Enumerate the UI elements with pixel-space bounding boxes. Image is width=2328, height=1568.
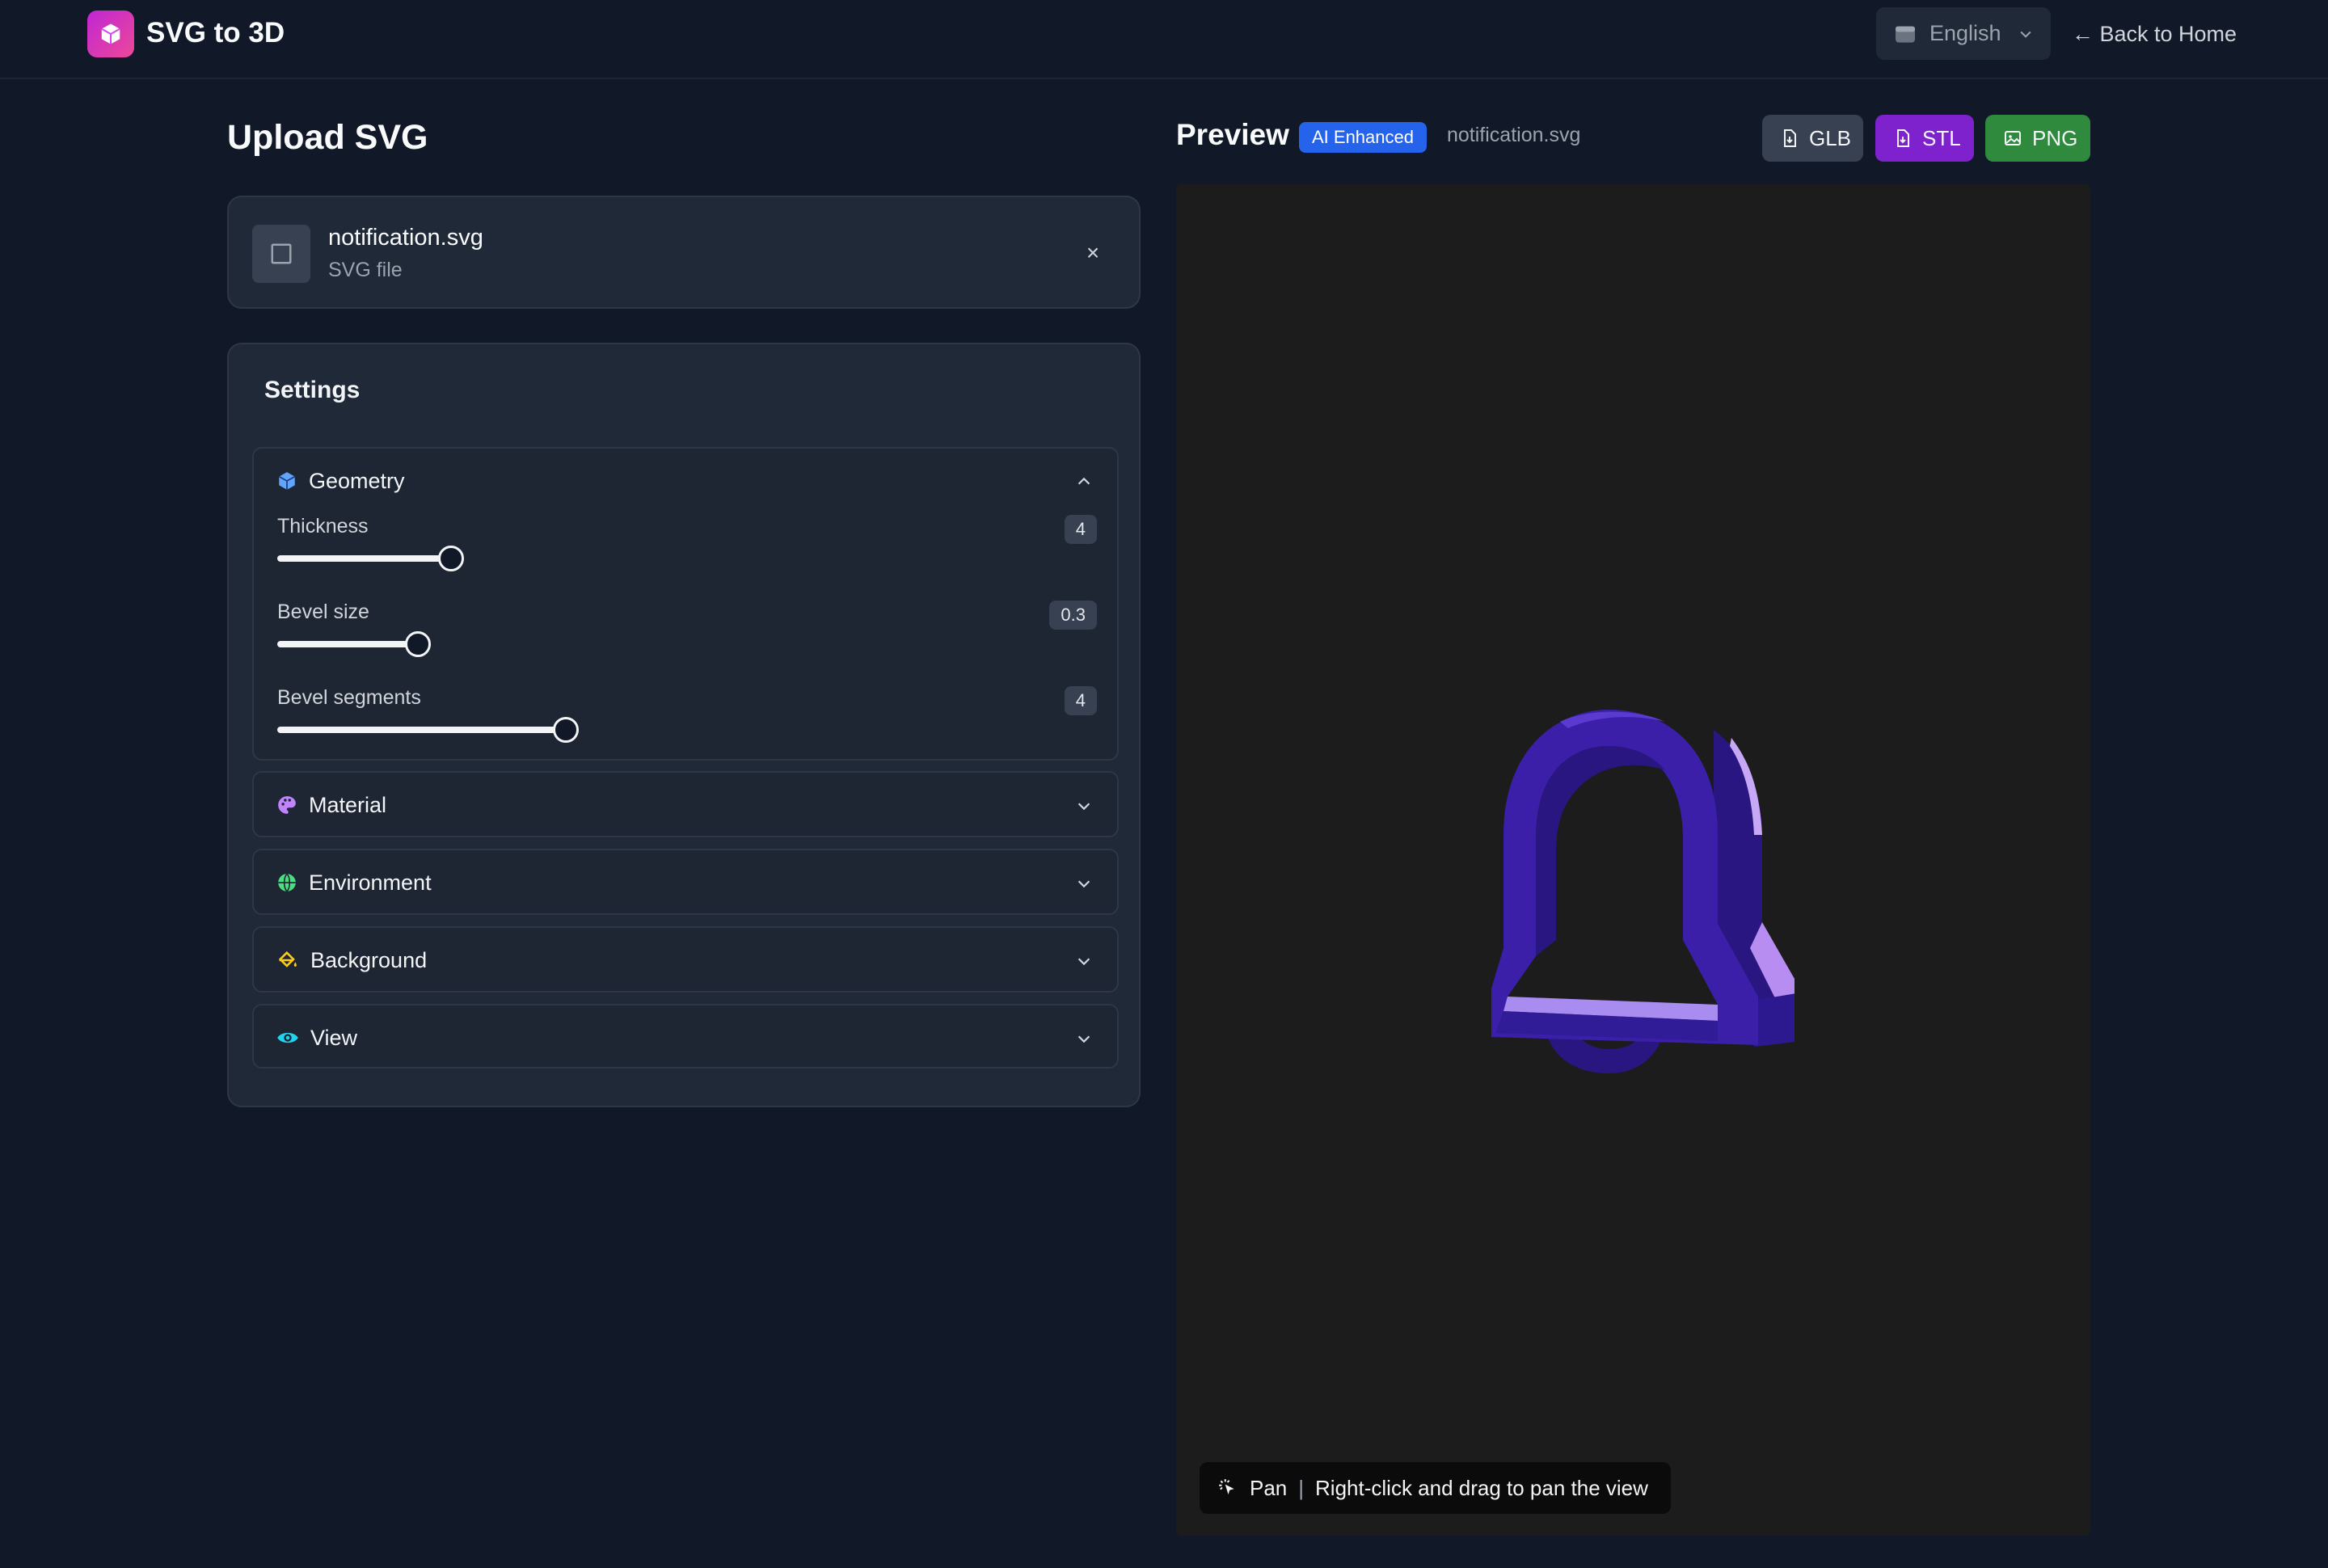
preview-file-name: notification.svg: [1447, 124, 1581, 146]
material-section[interactable]: Material: [252, 771, 1119, 837]
chevron-down-icon: [1078, 803, 1090, 811]
view-label: View: [310, 1025, 358, 1050]
file-name: notification.svg: [328, 225, 483, 251]
export-glb-label: GLB: [1809, 125, 1852, 150]
slider-track[interactable]: [277, 727, 564, 733]
chevron-up-icon: [1078, 477, 1090, 485]
hint-mode: Pan: [1250, 1475, 1288, 1500]
chevron-down-icon: [1078, 880, 1090, 888]
app-logo[interactable]: [87, 11, 134, 57]
bevel-segments-slider: Bevel segments 4: [277, 686, 1097, 759]
export-stl-button[interactable]: STL: [1875, 115, 1974, 162]
geometry-label: Geometry: [309, 468, 405, 493]
material-label: Material: [309, 792, 387, 817]
slider-value: 4: [1064, 686, 1097, 715]
slider-thumb[interactable]: [405, 631, 431, 657]
file-square-icon: [271, 243, 292, 264]
ai-enhanced-badge: AI Enhanced: [1299, 122, 1427, 153]
back-to-home-link[interactable]: ← Back to Home: [2072, 16, 2237, 52]
slider-label: Bevel segments: [277, 686, 421, 709]
remove-file-button[interactable]: ×: [1079, 239, 1107, 267]
slider-thumb[interactable]: [438, 546, 464, 571]
background-section-header[interactable]: Background: [254, 928, 1117, 993]
globe-icon: [278, 873, 296, 892]
bevel-size-slider: Bevel size 0.3: [277, 601, 1097, 673]
settings-title: Settings: [264, 377, 361, 403]
cube-icon: [278, 472, 296, 490]
3d-viewport[interactable]: Pan | Right-click and drag to pan the vi…: [1176, 184, 2090, 1536]
app-header: SVG to 3D English ← Back to Home: [0, 0, 2328, 79]
view-section[interactable]: View: [252, 1004, 1119, 1069]
pan-hint: Pan | Right-click and drag to pan the vi…: [1200, 1462, 1671, 1514]
file-download-icon: [1897, 129, 1909, 147]
chevron-down-icon: [1078, 958, 1090, 966]
cube-icon: [101, 23, 120, 44]
file-thumbnail: [252, 225, 310, 283]
language-icon: [1896, 26, 1915, 43]
export-png-label: PNG: [2032, 125, 2078, 150]
palette-icon: [278, 796, 296, 814]
environment-section[interactable]: Environment: [252, 849, 1119, 915]
language-label: English: [1929, 21, 2001, 45]
uploaded-file-card: notification.svg SVG file ×: [227, 196, 1141, 309]
slider-value: 0.3: [1049, 601, 1097, 630]
export-stl-label: STL: [1922, 125, 1961, 150]
slider-label: Bevel size: [277, 601, 369, 623]
slider-thumb[interactable]: [553, 717, 579, 743]
language-select[interactable]: English: [1876, 7, 2051, 60]
hint-separator: |: [1298, 1475, 1305, 1500]
geometry-section: Geometry Thickness 4 Bevel size 0.3 Beve…: [252, 447, 1119, 761]
view-section-header[interactable]: View: [254, 1005, 1117, 1070]
settings-panel: Settings Geometry Thickness 4 Bevel size…: [227, 343, 1141, 1107]
background-section[interactable]: Background: [252, 926, 1119, 993]
upload-title: Upload SVG: [227, 118, 428, 157]
paint-bucket-icon: [278, 950, 297, 967]
image-icon: [2005, 131, 2021, 145]
slider-track[interactable]: [277, 641, 416, 647]
preview-title: Preview: [1176, 118, 1289, 151]
slider-label: Thickness: [277, 515, 369, 537]
file-download-icon: [1784, 129, 1796, 147]
slider-track[interactable]: [277, 555, 449, 562]
slider-value: 4: [1064, 515, 1097, 544]
eye-icon: [277, 1032, 298, 1043]
hint-text: Right-click and drag to pan the view: [1315, 1475, 1648, 1500]
export-glb-button[interactable]: GLB: [1762, 115, 1863, 162]
environment-section-header[interactable]: Environment: [254, 850, 1117, 915]
environment-label: Environment: [309, 870, 432, 895]
material-section-header[interactable]: Material: [254, 773, 1117, 837]
export-png-button[interactable]: PNG: [1985, 115, 2090, 162]
app-title: SVG to 3D: [146, 17, 285, 48]
thickness-slider: Thickness 4: [277, 515, 1097, 588]
chevron-down-icon: [1078, 1035, 1090, 1043]
geometry-section-header[interactable]: Geometry: [254, 449, 1117, 513]
bell-3d-model[interactable]: [1471, 633, 1794, 1085]
pan-cursor-icon: [1219, 1479, 1234, 1495]
chevron-down-icon: [2019, 31, 2031, 38]
background-label: Background: [310, 947, 428, 972]
file-type: SVG file: [328, 259, 403, 281]
